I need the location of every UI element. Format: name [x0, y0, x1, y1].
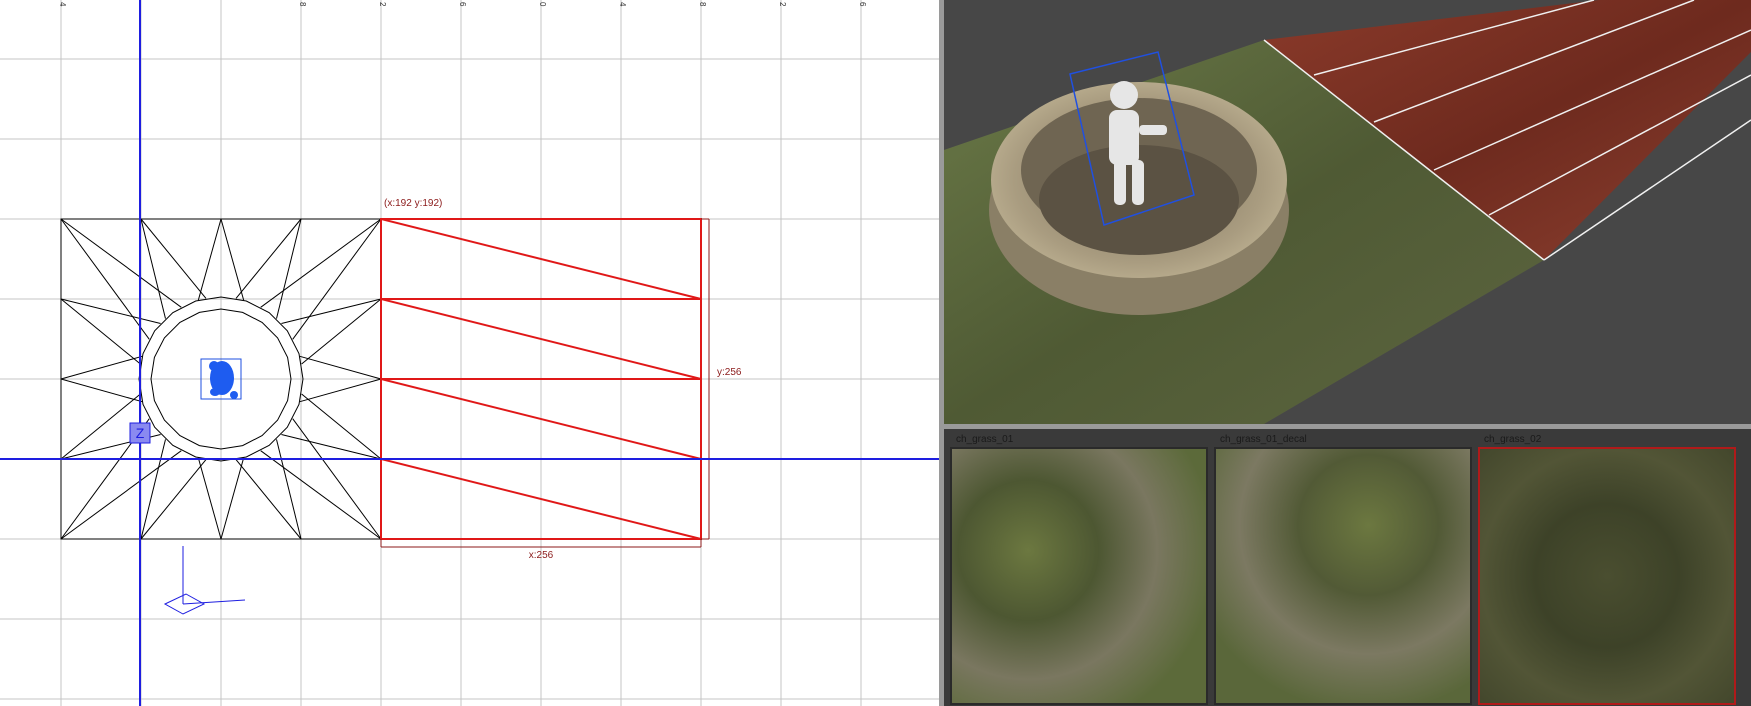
- top-2d-viewport[interactable]: 4 8 2 6 0 4 8 2 6 Z (x:192 y:192) y:256 x:256: [0, 0, 939, 706]
- texture-swatch[interactable]: [1214, 447, 1472, 705]
- ruler-tick-label: 6: [858, 2, 867, 7]
- texture-browser[interactable]: ch_grass_01 ch_grass_01_decal ch_grass_0…: [944, 429, 1751, 706]
- mesh-edge: [292, 418, 382, 540]
- perspective-3d-viewport[interactable]: [944, 0, 1751, 424]
- grid-canvas[interactable]: 4 8 2 6 0 4 8 2 6 Z (x:192 y:192) y:256 x:256: [0, 0, 939, 706]
- texture-tile[interactable]: ch_grass_01: [950, 433, 1208, 705]
- mesh-edge: [60, 218, 182, 308]
- height-label: y:256: [717, 367, 742, 378]
- texture-name: ch_grass_01_decal: [1220, 434, 1307, 445]
- mesh-edge: [260, 218, 382, 308]
- mesh-edge: [60, 355, 143, 380]
- mesh-edge: [260, 450, 382, 540]
- width-label: x:256: [529, 550, 554, 561]
- ruler-tick-label: 8: [298, 2, 307, 7]
- transform-gizmo-icon: [163, 546, 246, 615]
- ruler-tick-label: 6: [458, 2, 467, 7]
- ruler-tick-label: 2: [378, 2, 387, 7]
- ruler-ticks: 4 8 2 6 0 4 8 2 6: [58, 2, 867, 7]
- ruler-tick-label: 4: [58, 2, 67, 7]
- texture-tile[interactable]: ch_grass_01_decal: [1214, 433, 1472, 705]
- axis-letter: Z: [136, 425, 145, 441]
- texture-name: ch_grass_02: [1484, 434, 1542, 445]
- texture-swatch[interactable]: [950, 447, 1208, 705]
- ruler-tick-label: 2: [778, 2, 787, 7]
- texture-tile[interactable]: ch_grass_02: [1478, 433, 1736, 705]
- mesh-edge: [197, 457, 222, 540]
- mesh-edge: [220, 218, 245, 301]
- mesh-edge: [220, 457, 245, 540]
- mesh-edge: [299, 355, 382, 380]
- mesh-edge: [197, 218, 222, 301]
- ruler-tick-label: 8: [698, 2, 707, 7]
- z-marker-icon[interactable]: Z: [129, 422, 151, 444]
- mesh-edge: [60, 450, 182, 540]
- origin-label: (x:192 y:192): [384, 198, 442, 209]
- mesh-edge: [299, 378, 382, 403]
- texture-name: ch_grass_01: [956, 434, 1014, 445]
- mesh-edge: [292, 218, 382, 340]
- dimension-guides: [380, 218, 710, 548]
- mesh-edge: [60, 378, 143, 403]
- ruler-tick-label: 0: [538, 2, 547, 7]
- ruler-tick-label: 4: [618, 2, 627, 7]
- texture-swatch[interactable]: [1478, 447, 1736, 705]
- mesh-edge: [60, 218, 150, 340]
